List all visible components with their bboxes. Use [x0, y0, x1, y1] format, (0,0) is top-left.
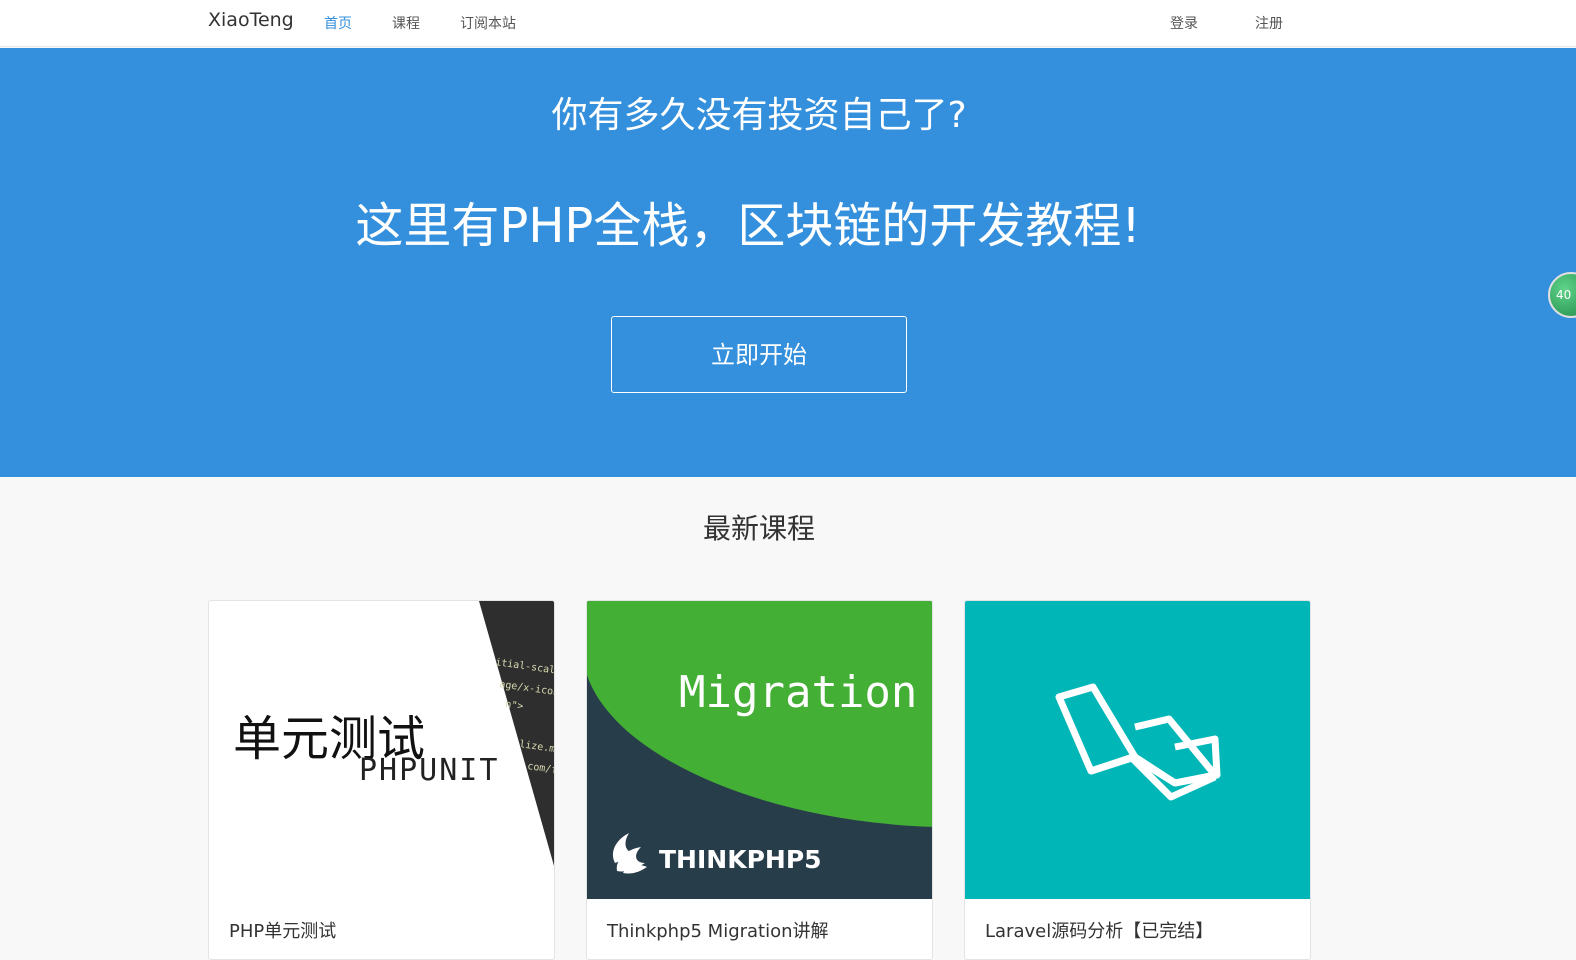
start-now-button[interactable]: 立即开始: [611, 316, 907, 393]
nav-link-courses[interactable]: 课程: [392, 13, 420, 33]
hero-question: 你有多久没有投资自己了?: [551, 95, 967, 136]
hero-headline: 这里有PHP全栈，区块链的开发教程!: [355, 198, 1141, 254]
register-link[interactable]: 注册: [1255, 13, 1283, 33]
nav-link-subscribe[interactable]: 订阅本站: [460, 13, 516, 33]
laravel-cover-graphic: [965, 601, 1310, 899]
course-card-laravel[interactable]: Laravel源码分析【已完结】: [964, 600, 1311, 960]
cover-subtitle: PHPUNIT: [359, 753, 500, 788]
course-cover-laravel[interactable]: [965, 601, 1310, 899]
cover-title: Migration: [679, 667, 918, 718]
hero-banner: 你有多久没有投资自己了? 这里有PHP全栈，区块链的开发教程! 立即开始: [0, 48, 1576, 477]
course-card-migration[interactable]: Migration THINKPHP5 Thinkphp5 Migration讲…: [586, 600, 933, 960]
top-navbar: XiaoTeng 首页 课程 订阅本站 登录 注册: [0, 0, 1576, 47]
login-link[interactable]: 登录: [1170, 13, 1198, 33]
nav-link-home[interactable]: 首页: [324, 13, 352, 33]
course-title[interactable]: Thinkphp5 Migration讲解: [607, 917, 829, 943]
brand-logo[interactable]: XiaoTeng: [208, 9, 294, 31]
cover-logo-text: THINKPHP5: [659, 845, 822, 874]
course-title[interactable]: Laravel源码分析【已完结】: [985, 917, 1213, 943]
section-title: 最新课程: [702, 512, 815, 545]
course-cover-migration[interactable]: Migration THINKPHP5: [587, 601, 932, 899]
course-title[interactable]: PHP单元测试: [229, 917, 336, 943]
course-cover-phpunit[interactable]: itial-scale=1 age/x-icon" n"> lize.min c…: [209, 601, 554, 899]
course-card-phpunit[interactable]: itial-scale=1 age/x-icon" n"> lize.min c…: [208, 600, 555, 960]
